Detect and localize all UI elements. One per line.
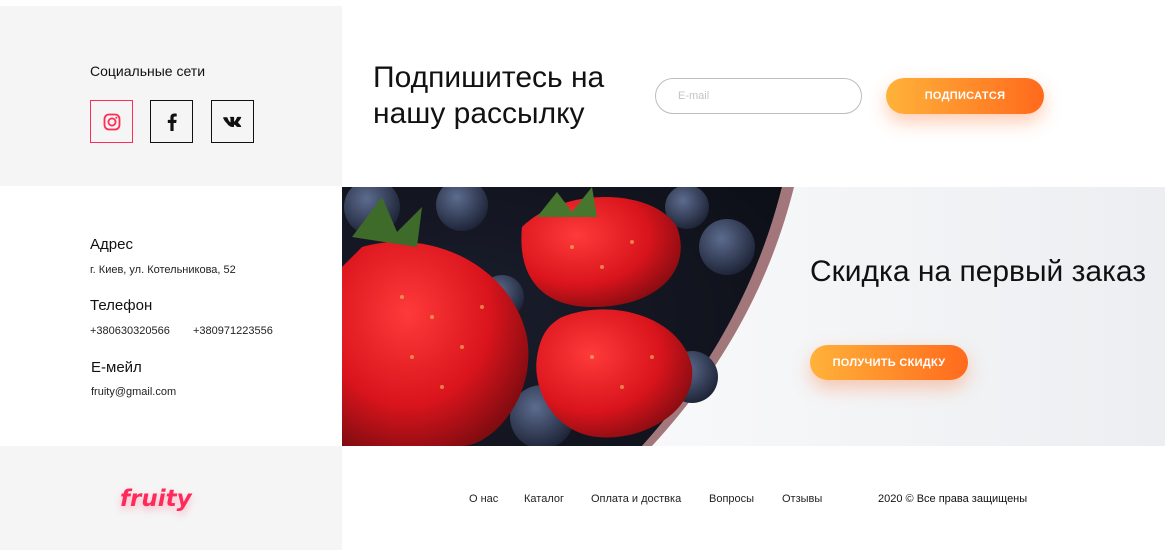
email-input[interactable]: [655, 78, 862, 114]
contacts-panel: Адрес г. Киев, ул. Котельникова, 52 Теле…: [0, 187, 342, 446]
address-label: Адрес: [90, 236, 133, 253]
facebook-icon: [167, 113, 177, 131]
phone-label: Телефон: [90, 297, 153, 314]
phone-value-1[interactable]: +380630320566: [90, 325, 170, 337]
email-value[interactable]: fruity@gmail.com: [91, 386, 176, 398]
vk-icon: [222, 116, 241, 127]
subscribe-button[interactable]: ПОДПИСАТСЯ: [886, 78, 1044, 114]
get-discount-button[interactable]: ПОЛУЧИТЬ СКИДКУ: [810, 345, 968, 380]
social-title: Социальные сети: [90, 63, 206, 79]
footer-nav-questions[interactable]: Вопросы: [709, 493, 754, 505]
footer-nav-about[interactable]: О нас: [469, 493, 498, 505]
copyright: 2020 © Все права защищены: [878, 493, 1028, 505]
email-label: Е-мейл: [91, 359, 142, 376]
address-value: г. Киев, ул. Котельникова, 52: [90, 264, 236, 276]
instagram-icon: [103, 113, 120, 130]
footer-nav-payment[interactable]: Оплата и доствка: [591, 493, 681, 505]
phone-value-2[interactable]: +380971223556: [193, 325, 273, 337]
footer-logo-panel: fruity: [0, 446, 342, 550]
vk-button[interactable]: [211, 100, 254, 143]
footer-nav-catalog[interactable]: Каталог: [524, 493, 564, 505]
promo-banner: Скидка на первый заказ ПОЛУЧИТЬ СКИДКУ: [342, 187, 1165, 446]
promo-title: Скидка на первый заказ: [810, 255, 1146, 288]
subscribe-title: Подпишитесь на нашу рассылку: [373, 61, 605, 130]
logo[interactable]: fruity: [120, 486, 192, 512]
social-panel: Социальные сети: [0, 6, 342, 186]
strawberries-image: [342, 187, 1165, 446]
instagram-button[interactable]: [90, 100, 133, 143]
footer-nav-reviews[interactable]: Отзывы: [782, 493, 822, 505]
facebook-button[interactable]: [150, 100, 193, 143]
